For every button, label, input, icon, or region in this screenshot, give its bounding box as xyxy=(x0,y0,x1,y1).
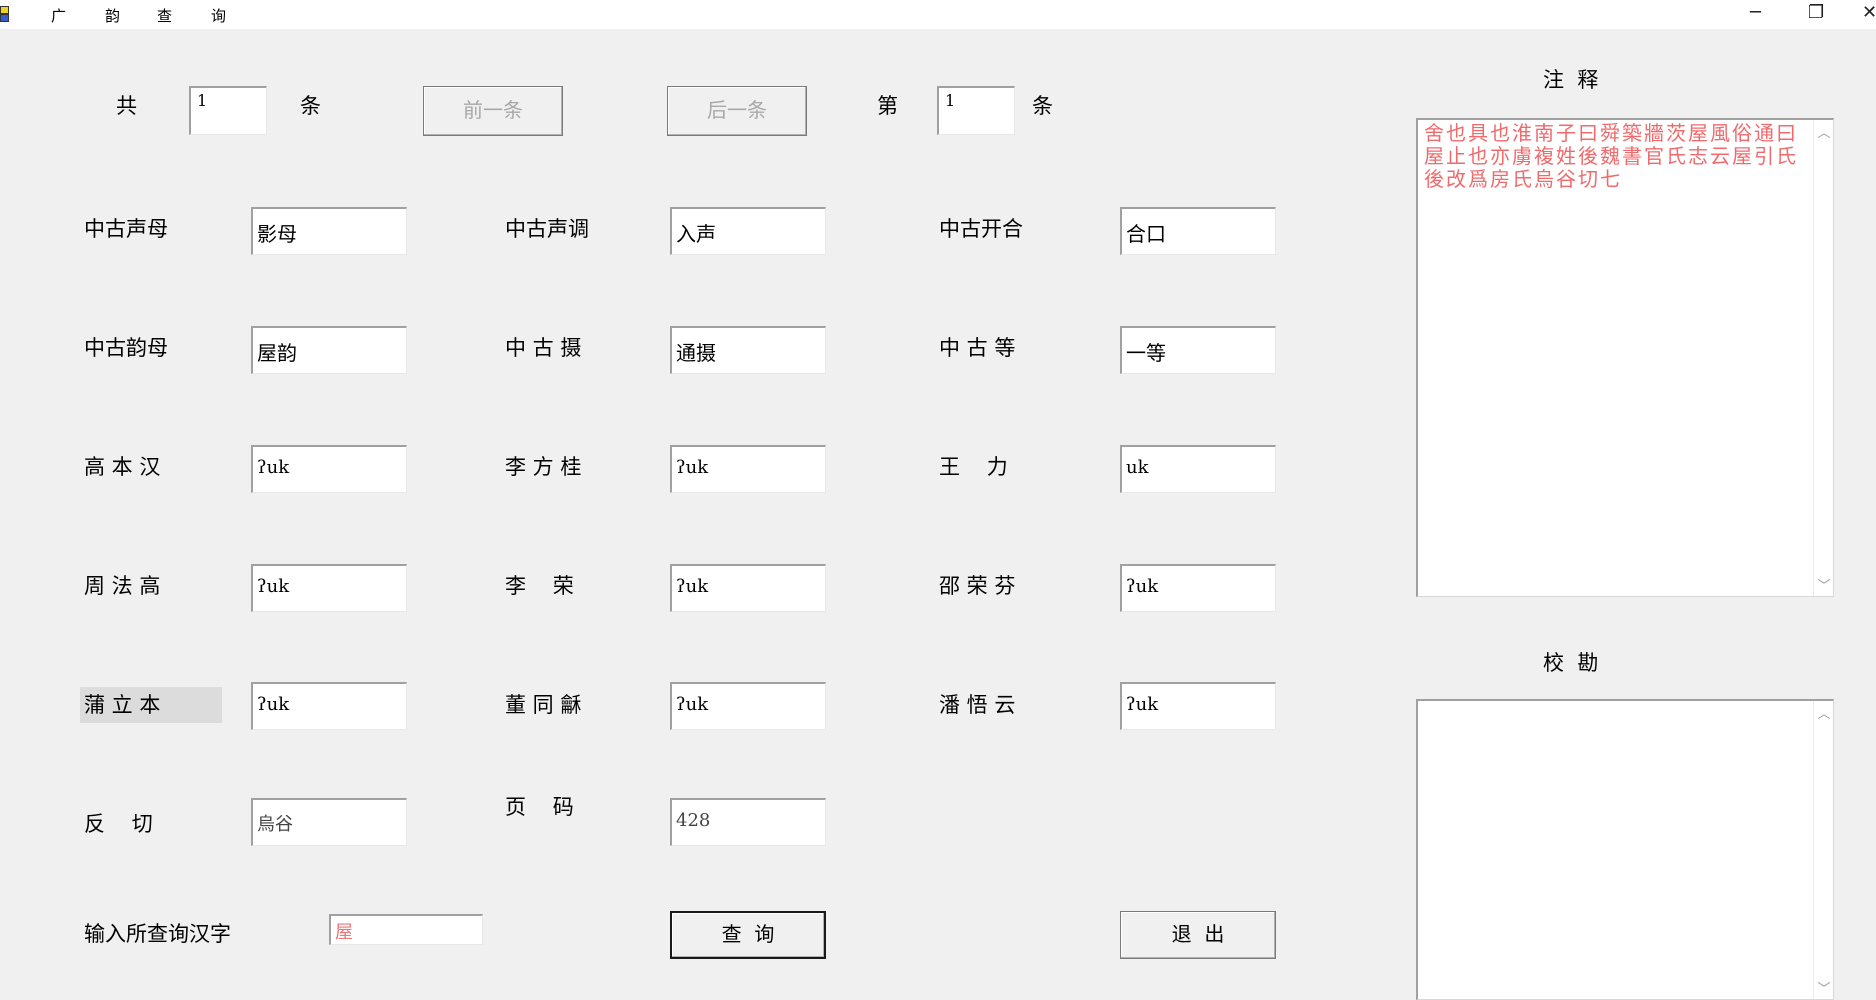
page-number-field[interactable]: 428 xyxy=(670,798,826,846)
mc-grade-field[interactable]: 一等 xyxy=(1120,326,1276,374)
scroll-down-icon[interactable]: ﹀ xyxy=(1814,978,1834,997)
scroll-up-icon[interactable]: ︿ xyxy=(1814,122,1834,141)
menu-item-cha[interactable]: 查 xyxy=(157,5,172,26)
shao-rongfen-field[interactable]: ʔuk xyxy=(1120,564,1276,612)
menu-item-yun[interactable]: 韵 xyxy=(105,5,120,26)
wang-li-label: 王 力 xyxy=(939,455,1008,479)
mc-tone-field[interactable]: 入声 xyxy=(670,207,826,255)
record-index-field[interactable]: 1 xyxy=(937,86,1015,135)
mc-she-field[interactable]: 通摄 xyxy=(670,326,826,374)
li-fanggui-label: 李 方 桂 xyxy=(505,455,582,479)
mc-initial-field[interactable]: 影母 xyxy=(251,207,407,255)
menu-bar: 广 韵 查 询 ─ ❐ ✕ xyxy=(0,0,1876,29)
index-label: 第 xyxy=(877,94,898,118)
pulleyblank-field[interactable]: ʔuk xyxy=(251,682,407,730)
dong-tonghe-label: 董 同 龢 xyxy=(505,693,582,717)
dong-tonghe-field[interactable]: ʔuk xyxy=(670,682,826,730)
mc-tone-label: 中古声调 xyxy=(505,217,589,241)
shao-rongfen-label: 邵 荣 芬 xyxy=(939,574,1016,598)
scroll-up-icon[interactable]: ︿ xyxy=(1814,703,1834,722)
total-count-field[interactable]: 1 xyxy=(189,86,267,135)
zhou-fagao-label: 周 法 高 xyxy=(84,574,161,598)
close-icon[interactable]: ✕ xyxy=(1862,2,1876,23)
exit-button[interactable]: 退 出 xyxy=(1120,911,1276,959)
li-rong-field[interactable]: ʔuk xyxy=(670,564,826,612)
minimize-icon[interactable]: ─ xyxy=(1750,2,1761,23)
app-icon xyxy=(0,6,9,22)
mc-final-field[interactable]: 屋韵 xyxy=(251,326,407,374)
index-unit-label: 条 xyxy=(1032,94,1053,118)
query-label: 输入所查询汉字 xyxy=(84,922,231,946)
notes-title: 注 释 xyxy=(1543,68,1599,92)
scroll-down-icon[interactable]: ﹀ xyxy=(1814,575,1834,594)
next-record-button[interactable]: 后一条 xyxy=(667,86,807,136)
fanqie-field[interactable]: 烏谷 xyxy=(251,798,407,846)
pulleyblank-label: 蒲 立 本 xyxy=(80,687,222,723)
karlgren-field[interactable]: ʔuk xyxy=(251,445,407,493)
prev-record-button[interactable]: 前一条 xyxy=(423,86,563,136)
total-label: 共 xyxy=(116,94,137,118)
query-input[interactable]: 屋 xyxy=(329,914,483,945)
menu-item-guang[interactable]: 广 xyxy=(51,5,66,26)
pan-wuyun-label: 潘 悟 云 xyxy=(939,693,1016,717)
wang-li-field[interactable]: uk xyxy=(1120,445,1276,493)
mc-openness-label: 中古开合 xyxy=(939,217,1023,241)
li-rong-label: 李 荣 xyxy=(505,574,574,598)
mc-final-label: 中古韵母 xyxy=(84,336,168,360)
search-button[interactable]: 查 询 xyxy=(670,911,826,959)
mc-grade-label: 中 古 等 xyxy=(939,336,1016,360)
mc-openness-field[interactable]: 合口 xyxy=(1120,207,1276,255)
collation-scrollbar[interactable]: ︿ ﹀ xyxy=(1813,701,1833,999)
menu-item-xun[interactable]: 询 xyxy=(211,5,226,26)
notes-textarea[interactable]: 舍也具也淮南子曰舜築牆茨屋風俗通曰屋止也亦虜複姓後魏書官氏志云屋引氏後改爲房氏烏… xyxy=(1416,118,1834,597)
restore-icon[interactable]: ❐ xyxy=(1808,2,1824,23)
collation-title: 校 勘 xyxy=(1543,651,1599,675)
li-fanggui-field[interactable]: ʔuk xyxy=(670,445,826,493)
pan-wuyun-field[interactable]: ʔuk xyxy=(1120,682,1276,730)
total-unit-label: 条 xyxy=(300,94,321,118)
notes-text: 舍也具也淮南子曰舜築牆茨屋風俗通曰屋止也亦虜複姓後魏書官氏志云屋引氏後改爲房氏烏… xyxy=(1424,121,1798,191)
collation-textarea[interactable]: ︿ ﹀ xyxy=(1416,699,1834,1000)
page-number-label: 页 码 xyxy=(505,795,574,819)
mc-initial-label: 中古声母 xyxy=(84,217,168,241)
karlgren-label: 高 本 汉 xyxy=(84,455,161,479)
zhou-fagao-field[interactable]: ʔuk xyxy=(251,564,407,612)
mc-she-label: 中 古 摄 xyxy=(505,336,582,360)
fanqie-label: 反 切 xyxy=(84,812,153,836)
notes-scrollbar[interactable]: ︿ ﹀ xyxy=(1813,120,1833,596)
